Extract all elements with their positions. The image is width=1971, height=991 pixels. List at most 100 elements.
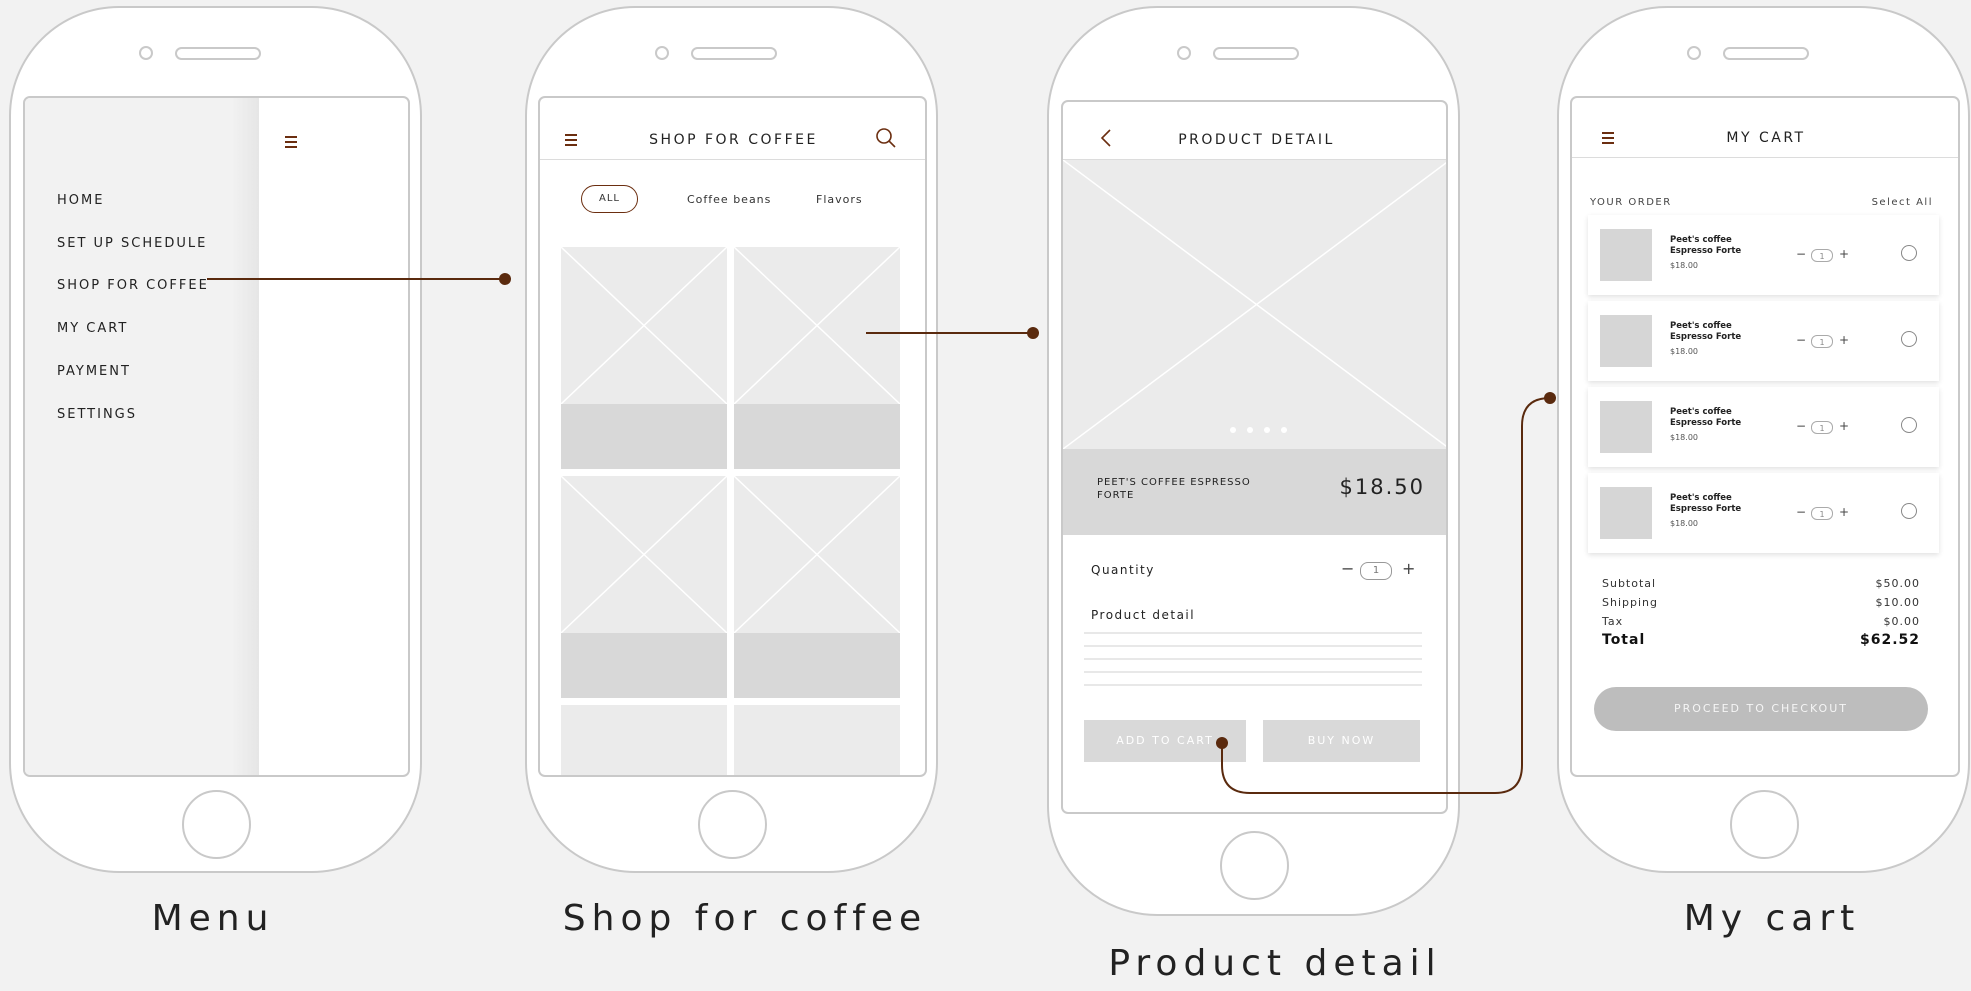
home-button (1730, 790, 1799, 859)
quantity-increment-button[interactable]: + (1839, 419, 1849, 433)
your-order-label: YOUR ORDER (1590, 197, 1672, 208)
subtotal-label: Subtotal (1602, 577, 1657, 590)
phone-shop: SHOP FOR COFFEE ALL Coffee beans Flavors (525, 6, 938, 873)
menu-item-home[interactable]: HOME (57, 193, 104, 208)
search-icon[interactable] (875, 127, 897, 149)
hamburger-icon[interactable] (285, 136, 297, 151)
page-title: MY CART (1726, 130, 1806, 146)
quantity-stepper[interactable]: 1 (1811, 249, 1833, 262)
cart-item-name: Peet's coffee Espresso Forte (1670, 493, 1742, 514)
camera-icon (139, 46, 153, 60)
product-name: PEET'S COFFEE ESPRESSO FORTE (1097, 477, 1251, 501)
cart-item[interactable]: Peet's coffee Espresso Forte $18.00 − 1 … (1588, 473, 1939, 553)
quantity-stepper[interactable]: 1 (1811, 421, 1833, 434)
shipping-value: $10.00 (1875, 596, 1920, 609)
placeholder-cross (560, 475, 728, 634)
quantity-increment-button[interactable]: + (1839, 333, 1849, 347)
cart-item-thumbnail (1600, 229, 1652, 281)
placeholder-cross (733, 475, 901, 634)
filter-chip-flavors[interactable]: Flavors (816, 193, 863, 206)
product-image-placeholder (733, 475, 901, 634)
cart-item-name: Peet's coffee Espresso Forte (1670, 235, 1742, 256)
quantity-increment-button[interactable]: + (1839, 247, 1849, 261)
shipping-label: Shipping (1602, 596, 1658, 609)
shipping-row: Shipping $10.00 (1602, 596, 1920, 609)
product-price: $18.50 (1339, 475, 1425, 499)
home-button (182, 790, 251, 859)
select-all-link[interactable]: Select All (1872, 197, 1933, 208)
quantity-decrement-button[interactable]: − (1796, 505, 1806, 519)
product-detail-label: Product detail (1091, 608, 1196, 622)
select-radio[interactable] (1901, 245, 1917, 261)
cart-item[interactable]: Peet's coffee Espresso Forte $18.00 − 1 … (1588, 215, 1939, 295)
cart-item-price: $18.00 (1670, 433, 1698, 442)
select-radio[interactable] (1901, 331, 1917, 347)
camera-icon (1687, 46, 1701, 60)
menu-item-shop-for-coffee[interactable]: SHOP FOR COFFEE (57, 278, 209, 293)
quantity-stepper[interactable]: 1 (1811, 507, 1833, 520)
menu-item-settings[interactable]: SETTINGS (57, 407, 137, 422)
cart-item-price: $18.00 (1670, 347, 1698, 356)
select-radio[interactable] (1901, 503, 1917, 519)
cart-item-thumbnail (1600, 315, 1652, 367)
product-caption-placeholder (734, 633, 900, 698)
proceed-to-checkout-button[interactable]: PROCEED TO CHECKOUT (1594, 687, 1928, 731)
quantity-decrement-button[interactable]: − (1796, 247, 1806, 261)
subtotal-value: $50.00 (1875, 577, 1920, 590)
product-info-bar: PEET'S COFFEE ESPRESSO FORTE $18.50 (1063, 449, 1446, 535)
quantity-stepper[interactable]: 1 (1811, 335, 1833, 348)
speaker-grille (1213, 47, 1299, 60)
quantity-increment-button[interactable]: + (1839, 505, 1849, 519)
carousel-dots[interactable] (1230, 418, 1287, 437)
filter-chip-coffee-beans[interactable]: Coffee beans (687, 193, 771, 206)
product-caption-placeholder (561, 633, 727, 698)
page-title: PRODUCT DETAIL (1178, 132, 1335, 148)
screen-menu: HOME SET UP SCHEDULE SHOP FOR COFFEE MY … (23, 96, 410, 777)
product-caption-placeholder (561, 404, 727, 469)
header-divider (540, 159, 925, 160)
phone-product-detail: PRODUCT DETAIL PEET'S COFFEE ESPRESSO FO… (1047, 6, 1460, 916)
camera-icon (655, 46, 669, 60)
filter-chip-all[interactable]: ALL (581, 185, 638, 213)
cart-item-price: $18.00 (1670, 519, 1698, 528)
tax-row: Tax $0.00 (1602, 615, 1920, 628)
cart-item-thumbnail (1600, 401, 1652, 453)
product-card[interactable] (561, 705, 727, 775)
header-divider (1572, 157, 1958, 158)
menu-item-payment[interactable]: PAYMENT (57, 364, 131, 379)
page-title: SHOP FOR COFFEE (649, 132, 818, 148)
quantity-decrement-button[interactable]: − (1796, 419, 1806, 433)
quantity-stepper[interactable]: 1 (1360, 562, 1392, 580)
tax-value: $0.00 (1883, 615, 1920, 628)
quantity-decrement-button[interactable]: − (1796, 333, 1806, 347)
phone-my-cart: MY CART YOUR ORDER Select All Peet's cof… (1557, 6, 1970, 873)
product-image-carousel[interactable] (1063, 159, 1446, 450)
speaker-grille (1723, 47, 1809, 60)
menu-item-my-cart[interactable]: MY CART (57, 321, 128, 336)
product-image-placeholder (560, 475, 728, 634)
cart-item[interactable]: Peet's coffee Espresso Forte $18.00 − 1 … (1588, 387, 1939, 467)
select-radio[interactable] (1901, 417, 1917, 433)
caption-my-cart: My cart (1683, 898, 1861, 939)
total-value: $62.52 (1859, 632, 1920, 648)
menu-item-set-up-schedule[interactable]: SET UP SCHEDULE (57, 236, 207, 251)
add-to-cart-button[interactable]: ADD TO CART (1084, 720, 1246, 762)
screen-shop: SHOP FOR COFFEE ALL Coffee beans Flavors (538, 96, 927, 777)
placeholder-cross (733, 246, 901, 405)
product-image-placeholder (733, 246, 901, 405)
placeholder-cross (560, 246, 728, 405)
cart-item[interactable]: Peet's coffee Espresso Forte $18.00 − 1 … (1588, 301, 1939, 381)
quantity-decrement-button[interactable]: − (1341, 559, 1354, 578)
camera-icon (1177, 46, 1191, 60)
speaker-grille (175, 47, 261, 60)
placeholder-cross (1063, 159, 1446, 450)
screen-product-detail: PRODUCT DETAIL PEET'S COFFEE ESPRESSO FO… (1061, 100, 1448, 814)
cart-item-thumbnail (1600, 487, 1652, 539)
buy-now-button[interactable]: BUY NOW (1263, 720, 1420, 762)
quantity-label: Quantity (1091, 563, 1155, 577)
subtotal-row: Subtotal $50.00 (1602, 577, 1920, 590)
product-card[interactable] (734, 705, 900, 775)
description-placeholder-lines (1084, 632, 1422, 686)
quantity-increment-button[interactable]: + (1402, 559, 1415, 578)
speaker-grille (691, 47, 777, 60)
